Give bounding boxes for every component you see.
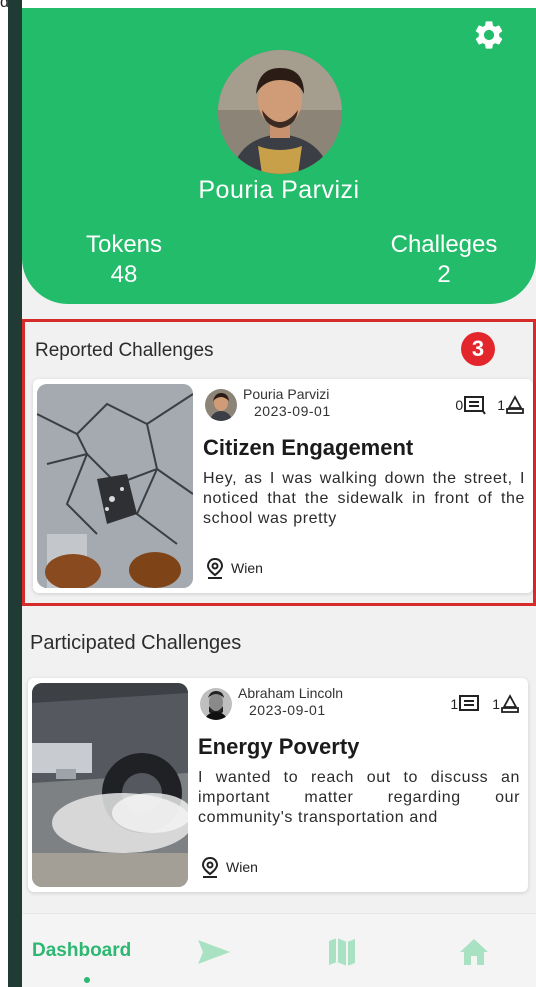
annotation-badge: 3 bbox=[461, 332, 495, 366]
location-name: Wien bbox=[226, 859, 258, 875]
challenges-stat: Challeges 2 bbox=[374, 230, 514, 290]
participant-count: 1 bbox=[492, 696, 500, 712]
nav-dashboard-tab[interactable]: Dashboard bbox=[32, 940, 131, 962]
author-avatar bbox=[200, 688, 232, 720]
post-date: 2023-09-01 bbox=[249, 702, 326, 718]
challenge-location: Wien bbox=[205, 557, 263, 579]
challenges-value: 2 bbox=[437, 261, 451, 288]
challenge-card[interactable]: Pouria Parvizi 2023-09-01 0 1 Citizen En… bbox=[33, 379, 533, 593]
active-tab-indicator bbox=[84, 977, 90, 983]
profile-avatar[interactable] bbox=[218, 50, 342, 174]
challenge-thumbnail bbox=[37, 384, 193, 588]
challenge-card[interactable]: Abraham Lincoln 2023-09-01 1 1 Energy Po… bbox=[28, 678, 528, 892]
challenges-label: Challeges bbox=[390, 231, 498, 258]
bottom-navigation: Dashboard bbox=[22, 913, 536, 987]
location-name: Wien bbox=[231, 560, 263, 576]
card-counts: 0 1 bbox=[455, 395, 525, 415]
location-pin-icon bbox=[206, 557, 224, 579]
profile-name: Pouria Parvizi bbox=[198, 176, 360, 204]
comment-count: 1 bbox=[450, 696, 459, 712]
participants-icon[interactable] bbox=[505, 395, 525, 415]
left-edge-stripe bbox=[8, 0, 22, 987]
participants-icon[interactable] bbox=[500, 694, 520, 714]
home-icon[interactable] bbox=[458, 936, 490, 968]
comment-icon[interactable] bbox=[458, 694, 482, 714]
participated-challenges-section: Participated Challenges Abraham Lincoln … bbox=[22, 620, 536, 910]
tokens-stat: Tokens 48 bbox=[64, 230, 184, 290]
location-pin-icon bbox=[201, 856, 219, 878]
map-icon[interactable] bbox=[327, 936, 357, 968]
challenge-location: Wien bbox=[200, 856, 258, 878]
reported-section-title: Reported Challenges bbox=[35, 340, 214, 361]
tokens-label: Tokens bbox=[85, 231, 163, 258]
profile-header: Pouria Parvizi Tokens 48 Challeges 2 bbox=[22, 8, 536, 304]
card-counts: 1 1 bbox=[450, 694, 520, 714]
app-screen: Pouria Parvizi Tokens 48 Challeges 2 Rep… bbox=[22, 8, 536, 987]
comment-icon[interactable] bbox=[463, 395, 487, 415]
participant-count: 1 bbox=[497, 397, 505, 413]
author-name: Abraham Lincoln bbox=[238, 685, 344, 701]
comment-count: 0 bbox=[455, 397, 464, 413]
challenge-title: Citizen Engagement bbox=[203, 435, 414, 460]
gear-icon[interactable] bbox=[472, 18, 506, 52]
post-date: 2023-09-01 bbox=[254, 403, 331, 419]
send-icon[interactable] bbox=[196, 936, 232, 968]
challenge-description: Hey, as I was walking down the street, I… bbox=[203, 470, 525, 527]
challenge-thumbnail bbox=[32, 683, 188, 887]
challenge-title: Energy Poverty bbox=[198, 734, 360, 759]
author-name: Pouria Parvizi bbox=[243, 386, 330, 402]
challenge-description: I wanted to reach out to discuss an impo… bbox=[198, 769, 520, 826]
author-avatar bbox=[205, 389, 237, 421]
tokens-value: 48 bbox=[110, 261, 138, 288]
corner-text: d bbox=[0, 0, 9, 11]
participated-section-title: Participated Challenges bbox=[30, 632, 242, 654]
reported-challenges-section: Reported Challenges 3 Pouria Parvizi 202… bbox=[22, 319, 536, 606]
